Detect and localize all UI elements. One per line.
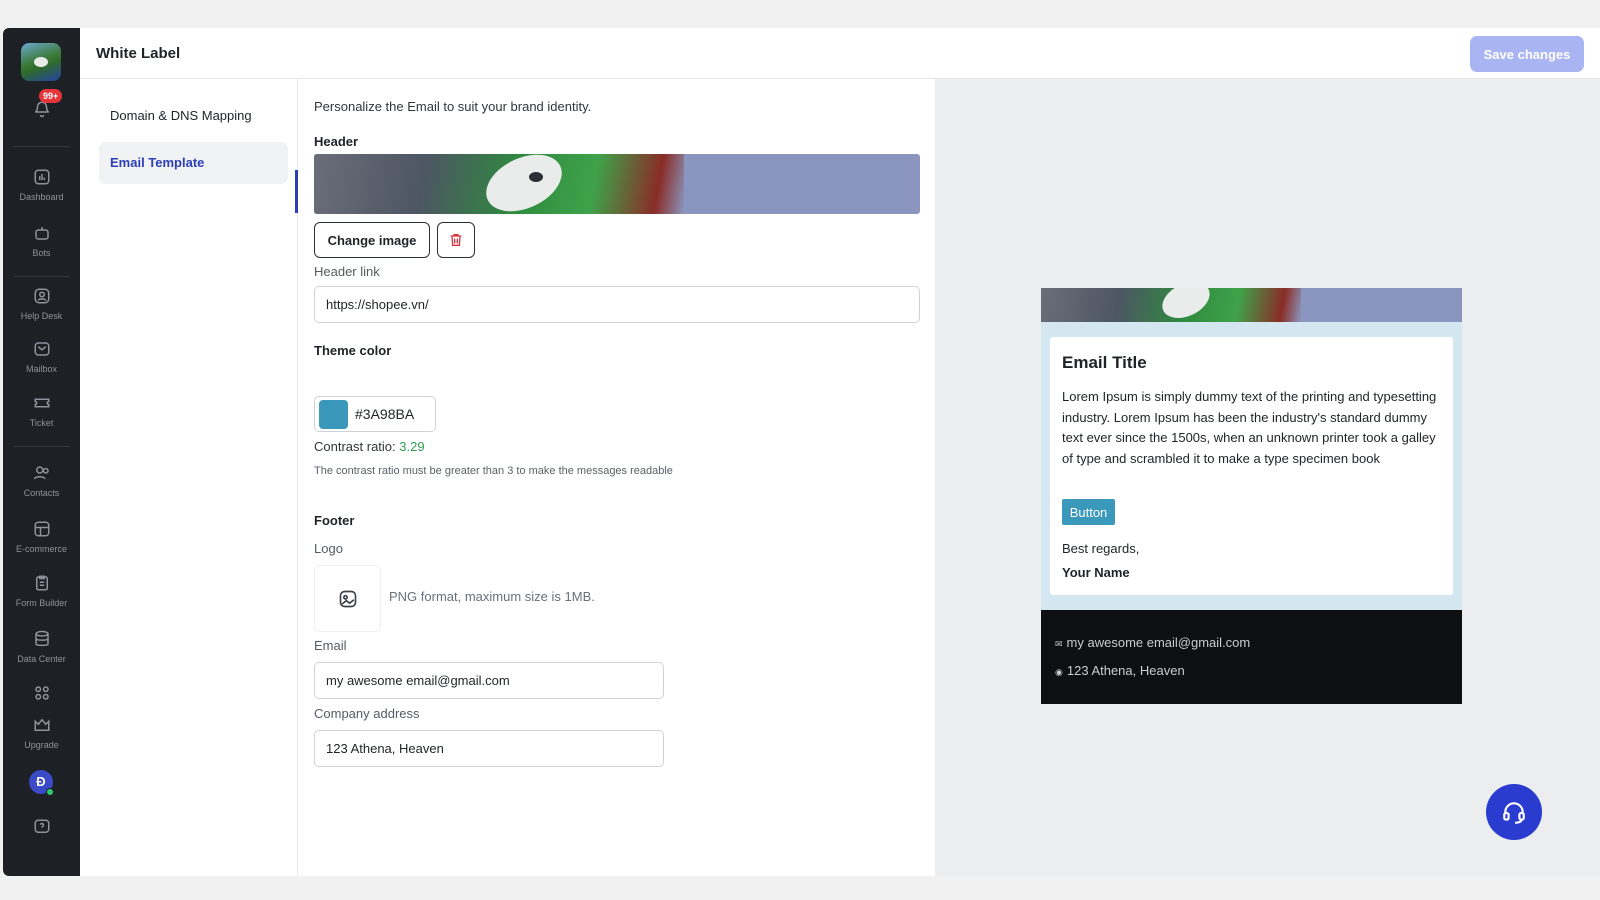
sidebar-item-label: E-commerce bbox=[15, 544, 67, 554]
top-bar: White Label Save changes bbox=[80, 28, 1600, 79]
settings-subnav: Domain & DNS Mapping Email Template bbox=[80, 79, 298, 876]
ecommerce-icon bbox=[34, 521, 49, 537]
sidebar-item-label: Upgrade bbox=[24, 740, 59, 750]
image-upload-icon bbox=[339, 590, 357, 608]
email-body-text: Lorem Ipsum is simply dummy text of the … bbox=[1062, 389, 1437, 466]
email-preview-panel: Email Title Lorem Ipsum is simply dummy … bbox=[935, 79, 1600, 876]
email-preview: Email Title Lorem Ipsum is simply dummy … bbox=[1041, 288, 1462, 704]
sidebar-item-label: Mailbox bbox=[25, 364, 57, 374]
email-cta-button: Button bbox=[1062, 499, 1115, 525]
email-regards: Best regards, bbox=[1062, 541, 1140, 556]
contrast-note: The contrast ratio must be greater than … bbox=[314, 465, 673, 477]
location-pin-icon: ◉ bbox=[1055, 667, 1063, 677]
email-title: Email Title bbox=[1062, 353, 1147, 372]
mail-icon: ✉ bbox=[1055, 639, 1063, 649]
logo-upload-hint: PNG format, maximum size is 1MB. bbox=[389, 589, 595, 604]
theme-color-hex: #3A98BA bbox=[355, 406, 415, 422]
sidebar: 99+ Dashboard Bots Help Desk Mailbox Tic… bbox=[3, 28, 80, 876]
sidebar-item-help-desk[interactable]: Help Desk bbox=[3, 287, 80, 321]
sidebar-item-dashboard[interactable]: Dashboard bbox=[3, 168, 80, 202]
color-swatch[interactable] bbox=[319, 400, 348, 429]
sidebar-item-label: Help Desk bbox=[20, 311, 63, 321]
sidebar-divider bbox=[13, 146, 70, 147]
page-title: White Label bbox=[96, 45, 181, 62]
footer-email: ✉ my awesome email@gmail.com bbox=[1055, 635, 1250, 650]
apps-grid-icon bbox=[34, 686, 49, 700]
footer-address-text: 123 Athena, Heaven bbox=[1066, 663, 1185, 678]
sidebar-item-label: Form Builder bbox=[15, 598, 68, 608]
sidebar-item-label: Data Center bbox=[17, 654, 66, 664]
email-label: Email bbox=[314, 638, 347, 653]
contrast-ratio-label: Contrast ratio: bbox=[314, 439, 396, 454]
company-address-label: Company address bbox=[314, 706, 420, 721]
delete-image-button[interactable] bbox=[437, 222, 475, 258]
sidebar-item-label: Bots bbox=[32, 248, 51, 258]
trash-icon bbox=[450, 234, 462, 246]
company-address-input[interactable]: 123 Athena, Heaven bbox=[314, 730, 664, 767]
logo-label: Logo bbox=[314, 541, 343, 556]
subnav-item-domain-dns-mapping[interactable]: Domain & DNS Mapping bbox=[99, 95, 288, 137]
save-changes-button[interactable]: Save changes bbox=[1470, 36, 1584, 72]
sidebar-item-contacts[interactable]: Contacts bbox=[3, 464, 80, 498]
header-link-label: Header link bbox=[314, 264, 380, 279]
sidebar-item-ticket[interactable]: Ticket bbox=[3, 394, 80, 428]
sidebar-item-form-builder[interactable]: Form Builder bbox=[3, 574, 80, 608]
email-body: Email Title Lorem Ipsum is simply dummy … bbox=[1050, 337, 1453, 595]
sidebar-divider bbox=[13, 276, 70, 277]
email-header-image bbox=[1041, 288, 1462, 322]
logo-upload[interactable] bbox=[314, 565, 381, 632]
dashboard-icon bbox=[34, 169, 49, 185]
mailbox-icon bbox=[34, 342, 49, 356]
contacts-icon bbox=[33, 466, 49, 480]
theme-color-picker[interactable]: #3A98BA bbox=[314, 396, 436, 432]
ticket-icon bbox=[34, 398, 49, 408]
sidebar-item-label: Contacts bbox=[23, 488, 60, 498]
sidebar-item-help[interactable] bbox=[3, 818, 80, 836]
sidebar-item-upgrade[interactable]: Upgrade bbox=[3, 716, 80, 750]
sidebar-item-bots[interactable]: Bots bbox=[3, 224, 80, 258]
footer-email-text: my awesome email@gmail.com bbox=[1066, 635, 1251, 650]
sidebar-item-label: Ticket bbox=[29, 418, 54, 428]
help-desk-icon bbox=[34, 288, 49, 304]
contrast-ratio-value: 3.29 bbox=[399, 439, 425, 454]
app-logo[interactable] bbox=[21, 43, 61, 81]
form-builder-icon bbox=[35, 575, 48, 591]
footer-address: ◉ 123 Athena, Heaven bbox=[1055, 663, 1185, 678]
subnav-item-email-template[interactable]: Email Template bbox=[99, 142, 288, 184]
bot-icon bbox=[34, 227, 49, 240]
headset-icon bbox=[1503, 802, 1525, 824]
app-window: 99+ Dashboard Bots Help Desk Mailbox Tic… bbox=[3, 28, 1600, 876]
data-center-icon bbox=[34, 630, 49, 647]
sidebar-item-apps[interactable] bbox=[3, 684, 80, 702]
upgrade-icon bbox=[34, 718, 49, 731]
form-intro: Personalize the Email to suit your brand… bbox=[314, 99, 592, 114]
email-input[interactable]: my awesome email@gmail.com bbox=[314, 662, 664, 699]
header-link-input[interactable]: https://shopee.vn/ bbox=[314, 286, 920, 323]
support-chat-button[interactable] bbox=[1486, 784, 1542, 840]
sidebar-item-label: Dashboard bbox=[19, 192, 64, 202]
online-status-dot bbox=[46, 788, 54, 796]
change-image-button[interactable]: Change image bbox=[314, 222, 430, 258]
footer-section-title: Footer bbox=[314, 513, 355, 528]
contrast-ratio: Contrast ratio: 3.29 bbox=[314, 439, 425, 454]
sidebar-item-ecommerce[interactable]: E-commerce bbox=[3, 520, 80, 554]
active-indicator bbox=[295, 170, 298, 213]
help-icon bbox=[34, 819, 49, 833]
email-footer: ✉ my awesome email@gmail.com ◉ 123 Athena,… bbox=[1041, 610, 1462, 704]
email-signature-name: Your Name bbox=[1062, 565, 1130, 580]
email-template-form: Personalize the Email to suit your brand… bbox=[299, 79, 935, 876]
notification-badge: 99+ bbox=[39, 89, 63, 103]
header-section-title: Header bbox=[314, 134, 359, 149]
sidebar-item-data-center[interactable]: Data Center bbox=[3, 630, 80, 664]
header-image-preview bbox=[314, 154, 920, 214]
sidebar-item-mailbox[interactable]: Mailbox bbox=[3, 340, 80, 374]
theme-color-title: Theme color bbox=[314, 343, 392, 358]
sidebar-divider bbox=[13, 446, 70, 447]
